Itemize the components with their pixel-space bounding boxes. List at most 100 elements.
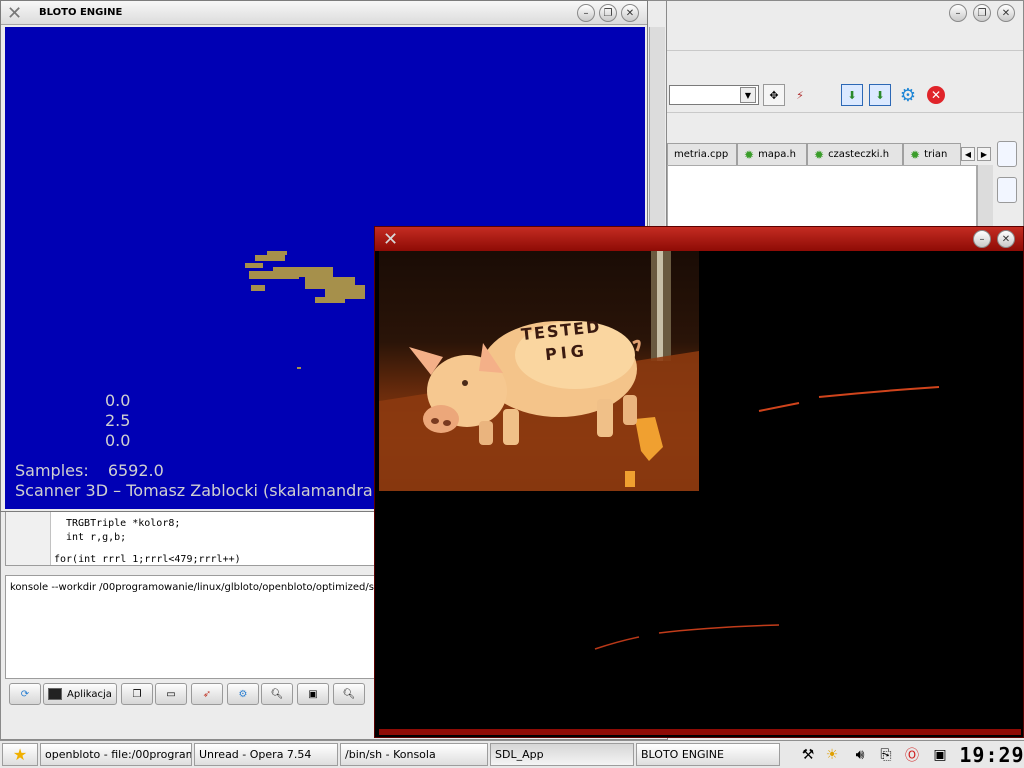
sdl-render-canvas[interactable]: TESTED PIG — [379, 251, 1021, 735]
minimize-icon: – — [583, 7, 589, 19]
close-icon: ✕ — [625, 7, 635, 19]
tab-czasteczki[interactable]: ✹ czasteczki.h — [807, 143, 903, 165]
download2-button[interactable]: ⬇ — [869, 84, 891, 106]
task-opera[interactable]: Unread - Opera 7.54 — [194, 743, 338, 766]
samples-label: Samples: — [15, 461, 89, 480]
copy-button[interactable]: ❐ — [121, 683, 153, 705]
monitor-icon[interactable]: ▣ — [930, 745, 950, 765]
close-button[interactable]: ✕ — [997, 230, 1015, 248]
aplikacja-button[interactable]: Aplikacja — [43, 683, 117, 705]
aplikacja-label: Aplikacja — [67, 688, 112, 700]
close-icon: ✕ — [1001, 233, 1011, 245]
konsole-command: konsole --workdir /00programowanie/linux… — [10, 582, 377, 593]
editor-scrollbar[interactable] — [977, 165, 993, 229]
clipboard-icon[interactable]: ⎘ — [876, 745, 896, 765]
bloto-titlebar[interactable]: ✕ BLOTO ENGINE – ❐ ✕ — [1, 1, 647, 25]
hud-value-3: 0.0 — [105, 431, 131, 450]
menu-row — [667, 27, 1023, 51]
gear-icon: ⚙ — [899, 84, 917, 106]
settings-button[interactable]: ⚙ — [897, 84, 919, 106]
task-konsola[interactable]: /bin/sh - Konsola — [340, 743, 488, 766]
rocket-icon: ➶ — [202, 688, 212, 700]
stop-button[interactable]: ✕ — [925, 84, 947, 106]
weather-icon[interactable]: ☀ — [822, 745, 842, 765]
navigate-button[interactable]: ✥ — [763, 84, 785, 106]
minimize-button[interactable]: – — [949, 4, 967, 22]
volume-icon[interactable]: 🔊︎ — [850, 745, 870, 765]
crosshair-icon: ✥ — [769, 88, 779, 102]
scanner-credit: Scanner 3D – Tomasz Zablocki (skalamandr… — [15, 481, 373, 500]
opera-icon[interactable]: Ⓞ — [902, 745, 922, 765]
refresh-button[interactable]: ⟳ — [9, 683, 41, 705]
code-line: int r,g,b; — [66, 532, 127, 543]
konsole-panel[interactable]: konsole --workdir /00programowanie/linux… — [5, 575, 377, 679]
editor-area[interactable] — [667, 165, 977, 229]
laser-scan-lines — [594, 386, 940, 650]
x-logo-icon: ✕ — [383, 229, 399, 250]
code-line: for(int rrrl 1;rrrl<479;rrrl++) — [54, 554, 241, 565]
maximize-button[interactable]: ❐ — [973, 4, 991, 22]
build-button[interactable]: ⚙ — [227, 683, 259, 705]
monitor-button[interactable]: ▣ — [297, 683, 329, 705]
task-bloto-engine[interactable]: BLOTO ENGINE — [636, 743, 780, 766]
tab-label: mapa.h — [758, 149, 796, 160]
tab-mapa[interactable]: ✹ mapa.h — [737, 143, 807, 165]
wand-icon: ⚡ — [796, 88, 804, 102]
run-button[interactable]: ➶ — [191, 683, 223, 705]
bloto-window-title: BLOTO ENGINE — [39, 7, 123, 18]
tab-metria[interactable]: metria.cpp — [667, 143, 737, 165]
main-toolbar: ▼ ✥ ⚡ ⬇ ⬇ ⚙ ✕ — [667, 79, 1023, 113]
sdl-app-window: ✕ – ✕ TESTED PIG — [374, 226, 1024, 738]
start-button[interactable]: ★ — [2, 743, 38, 766]
minimize-button[interactable]: – — [973, 230, 991, 248]
tab-label: czasteczki.h — [828, 149, 890, 160]
hud-value-1: 0.0 — [105, 391, 131, 410]
paste-button[interactable]: ▭ — [155, 683, 187, 705]
code-line: TRGBTriple *kolor8; — [66, 518, 181, 529]
maximize-button[interactable]: ❐ — [599, 4, 617, 22]
task-label: /bin/sh - Konsola — [345, 748, 436, 761]
task-label: SDL_App — [495, 748, 544, 761]
minimize-button[interactable]: – — [577, 4, 595, 22]
download-button[interactable]: ⬇ — [841, 84, 863, 106]
tabs-scroll-left[interactable]: ◀ — [961, 147, 975, 161]
minimize-icon: – — [955, 7, 961, 19]
minimize-icon: – — [979, 233, 985, 245]
chevron-down-icon[interactable]: ▼ — [740, 87, 756, 103]
sdl-titlebar[interactable]: ✕ – ✕ — [375, 227, 1023, 251]
task-openbloto[interactable]: openbloto - file:/00programowa — [40, 743, 192, 766]
close-button[interactable]: ✕ — [997, 4, 1015, 22]
refresh-icon: ⟳ — [20, 688, 30, 700]
code-gutter — [6, 512, 51, 565]
side-tool-button[interactable] — [997, 141, 1017, 167]
maximize-icon: ❐ — [603, 7, 613, 19]
find-button[interactable]: 🔍︎ — [261, 683, 293, 705]
toolbar-combo[interactable]: ▼ — [669, 85, 759, 105]
taskbar: ★ openbloto - file:/00programowa Unread … — [0, 740, 1024, 768]
wand-button[interactable]: ⚡ — [789, 84, 811, 106]
close-button[interactable]: ✕ — [621, 4, 639, 22]
task-sdl-app[interactable]: SDL_App — [490, 743, 634, 766]
sdl-bottom-border — [379, 729, 1021, 735]
code-editor[interactable]: TRGBTriple *kolor8; int r,g,b; for(int r… — [5, 511, 377, 566]
clock[interactable]: 19:29 — [959, 743, 1023, 767]
hud-value-2: 2.5 — [105, 411, 131, 430]
monitor-icon: ▣ — [308, 688, 318, 700]
tabs-scroll-right[interactable]: ▶ — [977, 147, 991, 161]
zoom-button[interactable]: 🔍︎ — [333, 683, 365, 705]
task-label: openbloto - file:/00programowa — [45, 748, 191, 761]
tab-triang[interactable]: ✹ trian — [903, 143, 961, 165]
download-icon: ⬇ — [847, 88, 857, 102]
search-icon: 🔍︎ — [270, 688, 284, 700]
ide-window-right: – ❐ ✕ ▼ ✥ ⚡ ⬇ ⬇ ⚙ ✕ metria.cpp ✹ mapa.h ✹… — [666, 0, 1024, 232]
side-tool-button[interactable] — [997, 177, 1017, 203]
star-icon: ★ — [12, 745, 28, 764]
gear-icon: ✹ — [910, 147, 921, 162]
bottom-toolbar: ⟳ Aplikacja ❐ ▭ ➶ ⚙ 🔍︎ ▣ 🔍︎ — [5, 681, 377, 707]
x-logo-icon: ✕ — [7, 3, 23, 24]
bloto-side-scrollbar[interactable] — [649, 27, 665, 227]
tab-label: trian — [924, 149, 948, 160]
task-label: Unread - Opera 7.54 — [199, 748, 312, 761]
copy-icon: ❐ — [132, 688, 142, 700]
satellite-icon[interactable]: ⚒ — [798, 745, 818, 765]
